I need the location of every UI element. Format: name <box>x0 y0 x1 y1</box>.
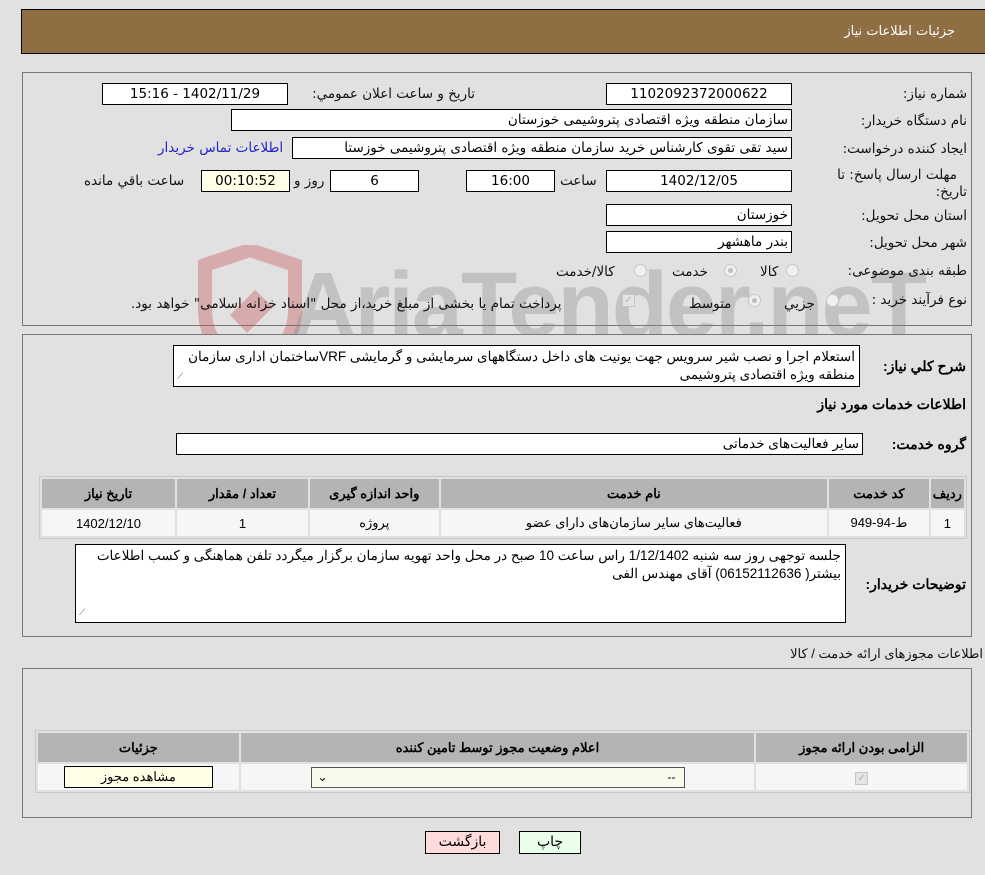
days-remaining-field: 6 <box>330 170 419 192</box>
announce-field: 1402/11/29 - 15:16 <box>102 83 288 105</box>
col-unit: واحد اندازه گیری <box>309 479 439 508</box>
deadline-label-line2: تاریخ: <box>935 184 967 200</box>
remaining-time-field: 00:10:52 <box>201 170 290 192</box>
deadline-time-field: 16:00 <box>466 170 555 192</box>
buyer-contact-link[interactable]: اطلاعات تماس خریدار <box>158 140 283 156</box>
treasury-checkbox[interactable]: ✓ <box>622 294 635 307</box>
view-license-button[interactable]: مشاهده مجوز <box>63 766 213 788</box>
announce-label: تاریخ و ساعت اعلان عمومي: <box>312 86 475 102</box>
service-group-label: گروه خدمت: <box>891 436 966 452</box>
services-table: ردیف کد خدمت نام خدمت واحد اندازه گیری ت… <box>39 476 967 539</box>
chevron-down-icon: ⌄ <box>317 769 328 784</box>
category-radio-service[interactable] <box>724 264 737 277</box>
creator-label: ایجاد کننده درخواست: <box>842 141 967 157</box>
deadline-date-field: 1402/12/05 <box>606 170 792 192</box>
cell-unit: پروژه <box>309 510 439 536</box>
process-option-minor: جزيي <box>784 296 815 312</box>
category-option-goods: کالا <box>760 264 779 280</box>
buyer-org-field: سازمان منطقه ویژه اقتصادی پتروشیمی خوزست… <box>231 109 792 131</box>
need-number-field: 1102092372000622 <box>606 83 792 105</box>
city-field: بندر ماهشهر <box>606 231 792 253</box>
col-service-code: کد خدمت <box>829 479 929 508</box>
province-field: خوزستان <box>606 204 792 226</box>
province-label: استان محل تحویل: <box>861 208 967 224</box>
category-option-service: خدمت <box>672 264 708 280</box>
license-status-value: -- <box>667 769 676 784</box>
resize-grip-icon[interactable]: ⟋ <box>79 603 85 621</box>
deadline-time-label: ساعت <box>560 173 597 189</box>
cell-service-name: فعالیت‌های سایر سازمان‌های دارای عضو <box>440 510 828 536</box>
service-group-field: سایر فعالیت‌های خدماتی <box>176 433 863 455</box>
services-section-title: اطلاعات خدمات مورد نیاز <box>817 396 966 412</box>
buyer-notes-text: جلسه توجهی روز سه شنبه 1/12/1402 راس ساع… <box>96 548 841 581</box>
licenses-table: الزامی بودن ارائه مجوز اعلام وضعیت مجوز … <box>35 730 970 793</box>
license-required-checkbox[interactable]: ✓ <box>855 772 869 785</box>
category-label: طبقه بندی موضوعی: <box>847 263 967 279</box>
creator-field: سید تقی تقوی کارشناس خرید سازمان منطقه و… <box>292 137 792 159</box>
col-details: جزئیات <box>38 733 239 762</box>
table-row: 1 ط-94-949 فعالیت‌های سایر سازمان‌های دا… <box>42 510 964 536</box>
table-row: ✓ -- ⌄ مشاهده مجوز <box>38 764 967 790</box>
deadline-label-line1: مهلت ارسال پاسخ: تا <box>837 167 957 183</box>
cell-row: 1 <box>930 510 964 536</box>
category-radio-goods-service[interactable] <box>634 264 647 277</box>
cell-license-status: -- ⌄ <box>240 764 755 790</box>
description-label: شرح كلي نياز: <box>882 358 966 374</box>
buyer-notes-textarea[interactable]: جلسه توجهی روز سه شنبه 1/12/1402 راس ساع… <box>75 544 846 623</box>
cell-quantity: 1 <box>177 510 308 536</box>
services-table-header: ردیف کد خدمت نام خدمت واحد اندازه گیری ت… <box>42 479 964 508</box>
description-textarea[interactable]: استعلام اجرا و نصب شیر سرویس جهت یونیت ه… <box>173 345 860 387</box>
process-radio-medium[interactable] <box>748 294 761 307</box>
remaining-label: ساعت باقي مانده <box>84 173 185 189</box>
process-label: نوع فرآیند خرید : <box>871 292 967 308</box>
process-radio-minor[interactable] <box>826 294 839 307</box>
category-radio-goods[interactable] <box>786 264 799 277</box>
licenses-section-title: اطلاعات مجوزهای ارائه خدمت / کالا <box>790 646 983 661</box>
process-option-medium: متوسط <box>689 296 732 312</box>
category-option-goods-service: کالا/خدمت <box>556 264 615 280</box>
col-quantity: تعداد / مقدار <box>177 479 308 508</box>
col-service-name: نام خدمت <box>440 479 828 508</box>
city-label: شهر محل تحویل: <box>869 235 967 251</box>
col-need-date: تاریخ نیاز <box>42 479 175 508</box>
col-license-status: اعلام وضعیت مجوز توسط تامین کننده <box>240 733 755 762</box>
col-license-required: الزامی بودن ارائه مجوز <box>756 733 967 762</box>
page-title: جزئیات اطلاعات نیاز <box>844 24 955 39</box>
treasury-note: پرداخت تمام یا بخشی از مبلغ خرید،از محل … <box>131 296 562 312</box>
license-status-select[interactable]: -- ⌄ <box>310 766 685 788</box>
print-button[interactable]: چاپ <box>519 831 581 854</box>
days-label: روز و <box>294 173 325 189</box>
cell-license-required: ✓ <box>756 764 967 790</box>
cell-service-code: ط-94-949 <box>829 510 929 536</box>
description-text: استعلام اجرا و نصب شیر سرویس جهت یونیت ه… <box>188 349 855 382</box>
col-row: ردیف <box>930 479 964 508</box>
buyer-org-label: نام دستگاه خریدار: <box>860 113 967 129</box>
buyer-notes-label: توضیحات خریدار: <box>865 576 966 592</box>
need-number-label: شماره نیاز: <box>902 86 967 102</box>
resize-grip-icon[interactable]: ⟋ <box>177 367 183 385</box>
back-button[interactable]: بازگشت <box>425 831 500 854</box>
cell-details: مشاهده مجوز <box>38 764 239 790</box>
cell-need-date: 1402/12/10 <box>42 510 175 536</box>
licenses-table-header: الزامی بودن ارائه مجوز اعلام وضعیت مجوز … <box>38 733 967 762</box>
page-header: جزئیات اطلاعات نیاز <box>21 9 985 54</box>
